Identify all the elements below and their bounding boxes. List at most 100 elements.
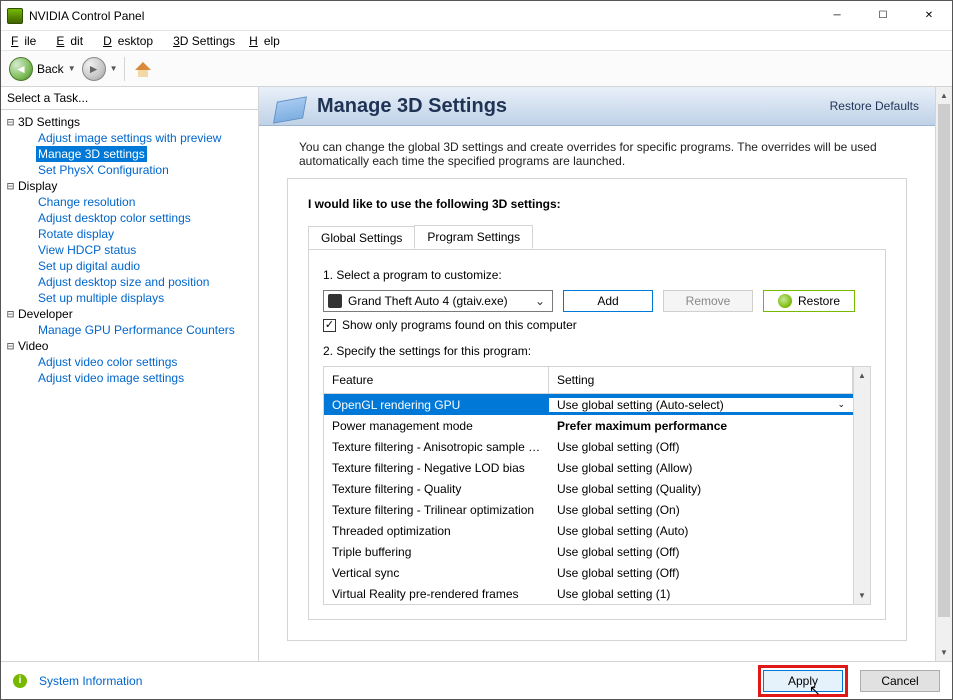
menu-3d-settings[interactable]: 3D Settings bbox=[167, 32, 241, 50]
table-row[interactable]: Texture filtering - Trilinear optimizati… bbox=[324, 499, 853, 520]
table-row[interactable]: Texture filtering - Anisotropic sample o… bbox=[324, 436, 853, 457]
sidebar: Select a Task... ⊟3D Settings Adjust ima… bbox=[1, 87, 259, 661]
nvidia-control-panel-window: NVIDIA Control Panel ─ ☐ ✕ File Edit Des… bbox=[0, 0, 953, 700]
tree-item[interactable]: Adjust image settings with preview bbox=[36, 130, 223, 146]
table-row[interactable]: Triple bufferingUse global setting (Off) bbox=[324, 541, 853, 562]
col-feature-header[interactable]: Feature bbox=[324, 367, 549, 393]
tree-item[interactable]: Manage 3D settings bbox=[36, 146, 147, 162]
toolbar: ◄ Back ▼ ► ▼ bbox=[1, 51, 952, 87]
chevron-down-icon[interactable]: ⌄ bbox=[837, 399, 845, 410]
cancel-button[interactable]: Cancel bbox=[860, 670, 940, 692]
show-only-found-checkbox[interactable]: ✓ Show only programs found on this compu… bbox=[323, 318, 871, 332]
table-row[interactable]: Texture filtering - QualityUse global se… bbox=[324, 478, 853, 499]
back-button[interactable]: ◄ Back ▼ bbox=[9, 57, 76, 81]
feature-cell: Power management mode bbox=[324, 419, 549, 433]
maximize-button[interactable]: ☐ bbox=[860, 1, 906, 31]
tree-category-display[interactable]: ⊟Display bbox=[5, 178, 256, 194]
back-dropdown-icon[interactable]: ▼ bbox=[68, 64, 76, 73]
table-row[interactable]: Texture filtering - Negative LOD biasUse… bbox=[324, 457, 853, 478]
table-row[interactable]: OpenGL rendering GPUUse global setting (… bbox=[324, 394, 853, 415]
tree-item[interactable]: Adjust desktop size and position bbox=[36, 274, 211, 290]
tree-item[interactable]: Manage GPU Performance Counters bbox=[36, 322, 237, 338]
forward-arrow-icon: ► bbox=[82, 57, 106, 81]
apply-highlight: Apply ↖ bbox=[758, 665, 848, 697]
tree-category-label: Developer bbox=[18, 306, 73, 322]
collapse-icon[interactable]: ⊟ bbox=[5, 117, 16, 128]
tree-item[interactable]: Set up digital audio bbox=[36, 258, 142, 274]
setting-cell[interactable]: Use global setting (Off) bbox=[549, 545, 853, 559]
apply-button[interactable]: Apply bbox=[763, 670, 843, 692]
table-row[interactable]: Vertical syncUse global setting (Off) bbox=[324, 562, 853, 583]
page-header: Manage 3D Settings Restore Defaults bbox=[259, 87, 935, 126]
program-selected-text: Grand Theft Auto 4 (gtaiv.exe) bbox=[348, 294, 526, 308]
main-split: Select a Task... ⊟3D Settings Adjust ima… bbox=[1, 87, 952, 661]
scroll-down-icon[interactable]: ▼ bbox=[854, 587, 870, 604]
setting-cell[interactable]: Use global setting (Quality) bbox=[549, 482, 853, 496]
restore-button[interactable]: Restore bbox=[763, 290, 855, 312]
tree-item[interactable]: Adjust video image settings bbox=[36, 370, 186, 386]
menu-edit[interactable]: Edit bbox=[50, 32, 95, 50]
tree-item[interactable]: Rotate display bbox=[36, 226, 116, 242]
checkbox-icon: ✓ bbox=[323, 319, 336, 332]
forward-button[interactable]: ► ▼ bbox=[82, 57, 118, 81]
menu-desktop[interactable]: Desktop bbox=[97, 32, 165, 50]
collapse-icon[interactable]: ⊟ bbox=[5, 181, 16, 192]
menu-help[interactable]: Help bbox=[243, 32, 292, 50]
feature-cell: Texture filtering - Negative LOD bias bbox=[324, 461, 549, 475]
step1-label: 1. Select a program to customize: bbox=[323, 268, 871, 282]
tree-category-video[interactable]: ⊟Video bbox=[5, 338, 256, 354]
setting-cell[interactable]: Use global setting (Off) bbox=[549, 440, 853, 454]
program-select[interactable]: Grand Theft Auto 4 (gtaiv.exe) ⌄ bbox=[323, 290, 553, 312]
tab-global-settings[interactable]: Global Settings bbox=[308, 226, 415, 250]
setting-cell[interactable]: Use global setting (Allow) bbox=[549, 461, 853, 475]
table-row[interactable]: Threaded optimizationUse global setting … bbox=[324, 520, 853, 541]
table-scrollbar[interactable]: ▲ ▼ bbox=[853, 367, 870, 604]
feature-cell: Vertical sync bbox=[324, 566, 549, 580]
content-area: Manage 3D Settings Restore Defaults You … bbox=[259, 87, 952, 661]
program-settings-panel: 1. Select a program to customize: Grand … bbox=[308, 249, 886, 620]
close-button[interactable]: ✕ bbox=[906, 1, 952, 31]
forward-dropdown-icon[interactable]: ▼ bbox=[110, 64, 118, 73]
scroll-up-icon[interactable]: ▲ bbox=[854, 367, 870, 384]
setting-cell[interactable]: Use global setting (Auto) bbox=[549, 524, 853, 538]
scroll-thumb[interactable] bbox=[938, 104, 950, 617]
content-scrollbar[interactable]: ▲ ▼ bbox=[935, 87, 952, 661]
table-header: Feature Setting bbox=[324, 367, 853, 394]
menu-file[interactable]: File bbox=[5, 32, 48, 50]
col-setting-header[interactable]: Setting bbox=[549, 367, 853, 393]
tree-item[interactable]: Set up multiple displays bbox=[36, 290, 166, 306]
tab-program-settings[interactable]: Program Settings bbox=[414, 225, 533, 249]
tree-item[interactable]: View HDCP status bbox=[36, 242, 138, 258]
system-information-link[interactable]: System Information bbox=[39, 674, 142, 688]
table-row[interactable]: Power management modePrefer maximum perf… bbox=[324, 415, 853, 436]
tree-item[interactable]: Set PhysX Configuration bbox=[36, 162, 171, 178]
tree-item[interactable]: Adjust video color settings bbox=[36, 354, 179, 370]
scroll-up-icon[interactable]: ▲ bbox=[936, 87, 952, 104]
tree-category-threeD[interactable]: ⊟3D Settings bbox=[5, 114, 256, 130]
setting-cell[interactable]: Use global setting (1) bbox=[549, 587, 853, 601]
tree-item[interactable]: Change resolution bbox=[36, 194, 137, 210]
setting-cell[interactable]: Use global setting (Auto-select)⌄ bbox=[549, 398, 853, 412]
window-controls: ─ ☐ ✕ bbox=[814, 1, 952, 31]
collapse-icon[interactable]: ⊟ bbox=[5, 341, 16, 352]
scroll-down-icon[interactable]: ▼ bbox=[936, 644, 952, 661]
tree-category-label: Video bbox=[18, 338, 48, 354]
sysinfo-icon: i bbox=[13, 674, 27, 688]
table-row[interactable]: Virtual Reality pre-rendered framesUse g… bbox=[324, 583, 853, 604]
sidebar-header: Select a Task... bbox=[1, 87, 258, 110]
settings-table: Feature Setting OpenGL rendering GPUUse … bbox=[323, 366, 871, 605]
tree-category-developer[interactable]: ⊟Developer bbox=[5, 306, 256, 322]
restore-button-label: Restore bbox=[798, 294, 840, 308]
titlebar: NVIDIA Control Panel ─ ☐ ✕ bbox=[1, 1, 952, 31]
minimize-button[interactable]: ─ bbox=[814, 1, 860, 31]
collapse-icon[interactable]: ⊟ bbox=[5, 309, 16, 320]
restore-defaults-link[interactable]: Restore Defaults bbox=[830, 99, 919, 113]
tree-category-label: Display bbox=[18, 178, 57, 194]
setting-cell[interactable]: Use global setting (On) bbox=[549, 503, 853, 517]
home-button[interactable] bbox=[131, 59, 155, 79]
add-button[interactable]: Add bbox=[563, 290, 653, 312]
setting-cell[interactable]: Use global setting (Off) bbox=[549, 566, 853, 580]
content-body: Manage 3D Settings Restore Defaults You … bbox=[259, 87, 935, 661]
setting-cell[interactable]: Prefer maximum performance bbox=[549, 419, 853, 433]
tree-item[interactable]: Adjust desktop color settings bbox=[36, 210, 193, 226]
